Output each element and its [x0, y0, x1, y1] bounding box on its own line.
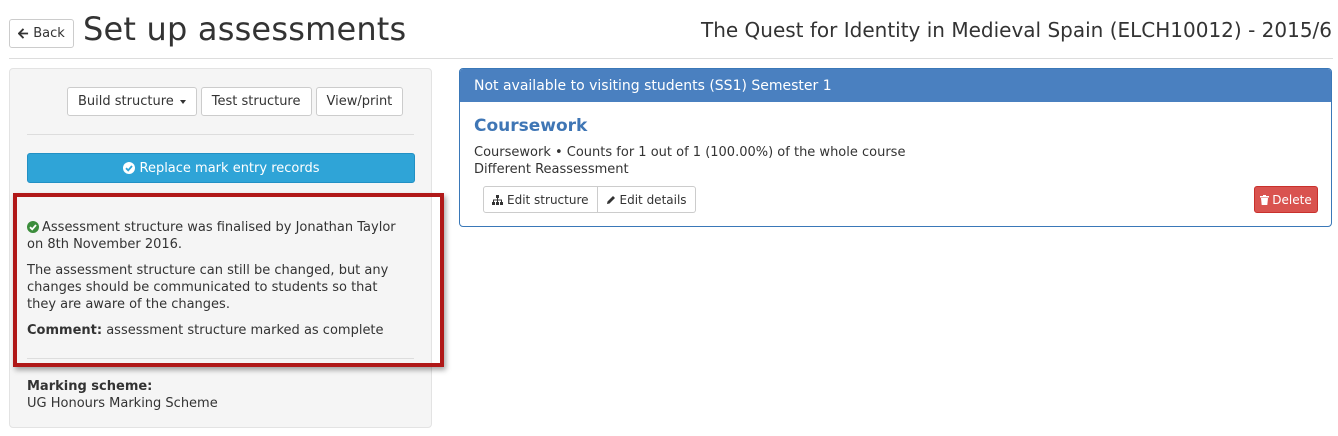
sitemap-icon	[492, 194, 503, 205]
coursework-description: Coursework • Counts for 1 out of 1 (100.…	[474, 144, 905, 178]
pencil-icon	[606, 195, 615, 204]
coursework-weighting: Coursework • Counts for 1 out of 1 (100.…	[474, 145, 906, 160]
header-divider	[9, 58, 1333, 59]
finalised-status: Assessment structure was finalised by Jo…	[27, 219, 407, 348]
comment-text: assessment structure marked as complete	[106, 323, 384, 338]
replace-mark-entry-label: Replace mark entry records	[139, 160, 320, 176]
marking-scheme-label: Marking scheme:	[27, 379, 153, 394]
caret-down-icon	[179, 99, 186, 104]
page-header: Back Set up assessments The Quest for Id…	[0, 0, 1338, 60]
check-circle-icon	[122, 162, 135, 174]
test-structure-button[interactable]: Test structure	[200, 87, 312, 116]
coursework-reassessment: Different Reassessment	[474, 162, 629, 177]
structure-toolbar: Build structure Test structure View/prin…	[67, 87, 404, 116]
page-title: Set up assessments	[83, 10, 407, 48]
change-note: The assessment structure can still be ch…	[27, 263, 389, 312]
edit-details-button[interactable]: Edit details	[597, 186, 696, 213]
build-structure-button[interactable]: Build structure	[67, 87, 197, 116]
back-button[interactable]: Back	[9, 19, 74, 48]
divider	[27, 134, 414, 135]
marking-scheme-value: UG Honours Marking Scheme	[27, 396, 218, 411]
assessment-panel: Not available to visiting students (SS1)…	[459, 68, 1332, 227]
edit-structure-label: Edit structure	[507, 192, 589, 207]
view-print-button[interactable]: View/print	[315, 87, 404, 116]
assessment-panel-body: Coursework Coursework • Counts for 1 out…	[460, 102, 1331, 226]
back-label: Back	[33, 26, 65, 41]
comment-label: Comment:	[27, 323, 103, 338]
finalised-message: Assessment structure was finalised by Jo…	[27, 219, 407, 253]
check-circle-icon	[27, 221, 39, 233]
trash-icon	[1260, 194, 1270, 205]
edit-structure-button[interactable]: Edit structure	[483, 186, 598, 213]
arrow-left-icon	[18, 28, 29, 39]
finalised-text: Assessment structure was finalised by Jo…	[27, 220, 396, 252]
edit-details-label: Edit details	[619, 192, 687, 207]
structure-panel: Build structure Test structure View/prin…	[9, 68, 432, 428]
replace-mark-entry-button[interactable]: Replace mark entry records	[27, 153, 415, 183]
comment: Comment: assessment structure marked as …	[27, 322, 407, 339]
delete-label: Delete	[1272, 192, 1312, 207]
assessment-panel-header: Not available to visiting students (SS1)…	[460, 69, 1331, 102]
edit-button-group: Edit structure Edit details	[483, 186, 696, 213]
marking-scheme: Marking scheme: UG Honours Marking Schem…	[27, 378, 218, 412]
delete-button[interactable]: Delete	[1254, 186, 1318, 213]
coursework-title[interactable]: Coursework	[474, 116, 587, 136]
divider	[27, 358, 414, 359]
course-title: The Quest for Identity in Medieval Spain…	[700, 18, 1332, 42]
build-structure-label: Build structure	[78, 94, 174, 109]
